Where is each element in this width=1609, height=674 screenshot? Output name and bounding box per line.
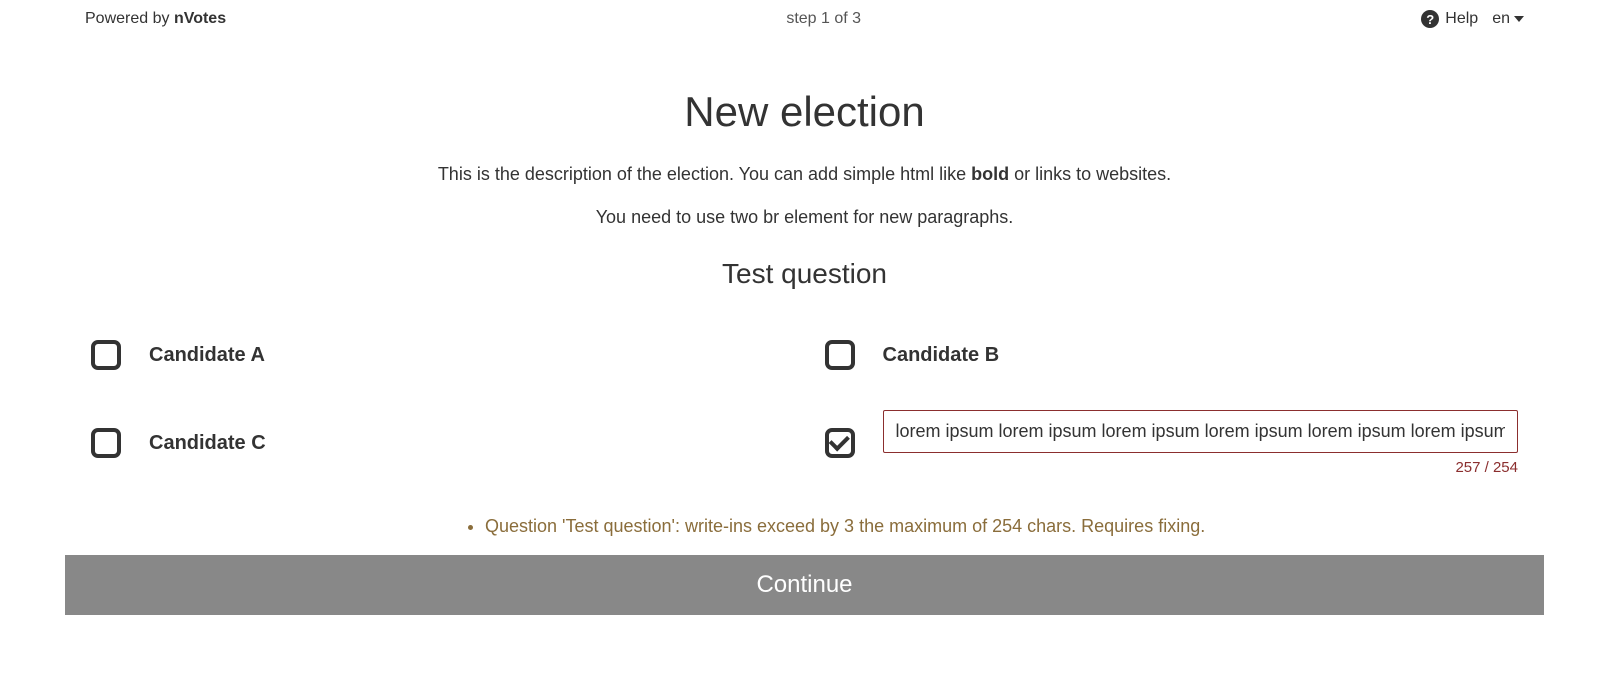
checkbox-icon[interactable] — [91, 340, 121, 370]
election-description-line2: You need to use two br element for new p… — [85, 207, 1524, 228]
writein-wrapper: 257 / 254 — [883, 410, 1519, 476]
language-label: en — [1492, 10, 1510, 28]
top-right-controls: ? Help en — [1421, 10, 1524, 28]
option-candidate-b[interactable]: Candidate B — [825, 340, 1519, 370]
help-label: Help — [1445, 10, 1478, 28]
step-indicator: step 1 of 3 — [786, 10, 861, 28]
chevron-down-icon — [1514, 16, 1524, 22]
option-label: Candidate A — [149, 344, 265, 367]
help-icon: ? — [1421, 10, 1439, 28]
option-label: Candidate C — [149, 432, 266, 455]
checkbox-checked-icon[interactable] — [825, 428, 855, 458]
top-bar: Powered by nVotes step 1 of 3 ? Help en — [0, 0, 1609, 38]
option-label: Candidate B — [883, 344, 1000, 367]
continue-button[interactable]: Continue — [65, 555, 1544, 615]
question-title: Test question — [85, 258, 1524, 290]
language-selector[interactable]: en — [1492, 10, 1524, 28]
options-grid: Candidate A Candidate B Candidate C 257 … — [91, 340, 1518, 476]
powered-by-prefix: Powered by — [85, 10, 174, 27]
writein-input[interactable] — [883, 410, 1519, 453]
option-candidate-a[interactable]: Candidate A — [91, 340, 785, 370]
checkbox-icon[interactable] — [825, 340, 855, 370]
char-count: 257 / 254 — [1455, 459, 1518, 476]
desc-suffix: or links to websites. — [1009, 164, 1171, 184]
error-list: Question 'Test question': write-ins exce… — [85, 506, 1524, 555]
help-link[interactable]: ? Help — [1421, 10, 1478, 28]
main-content: New election This is the description of … — [0, 38, 1609, 615]
brand-name: nVotes — [174, 10, 226, 27]
error-item: Question 'Test question': write-ins exce… — [485, 516, 1524, 537]
page-title: New election — [85, 88, 1524, 136]
desc-bold: bold — [971, 164, 1009, 184]
checkbox-icon[interactable] — [91, 428, 121, 458]
election-description-line1: This is the description of the election.… — [85, 164, 1524, 185]
powered-by: Powered by nVotes — [85, 10, 226, 28]
option-candidate-c[interactable]: Candidate C — [91, 410, 785, 476]
desc-prefix: This is the description of the election.… — [438, 164, 971, 184]
option-writein: 257 / 254 — [825, 410, 1519, 476]
